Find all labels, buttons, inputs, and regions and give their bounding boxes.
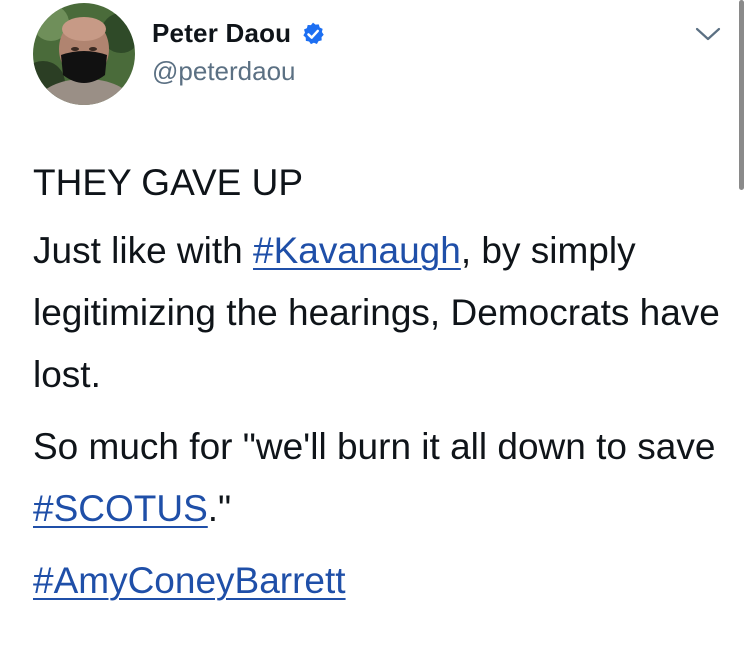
- hashtag-link-scotus[interactable]: #SCOTUS: [33, 488, 208, 529]
- tweet-paragraph-3: So much for "we'll burn it all down to s…: [33, 416, 733, 540]
- avatar[interactable]: [33, 3, 135, 105]
- tweet-text-part: So much for "we'll burn it all down to s…: [33, 426, 716, 467]
- tweet-paragraph-4: #AmyConeyBarrett: [33, 550, 733, 612]
- author-name-row[interactable]: Peter Daou: [152, 18, 326, 49]
- hashtag-link-amyconeybarrett[interactable]: #AmyConeyBarrett: [33, 560, 346, 601]
- chevron-down-icon[interactable]: [694, 24, 722, 44]
- verified-badge-icon: [303, 22, 324, 44]
- scrollbar[interactable]: [739, 0, 744, 190]
- author-handle[interactable]: @peterdaou: [152, 56, 296, 87]
- tweet-text-part: .": [207, 488, 232, 529]
- author-display-name[interactable]: Peter Daou: [152, 18, 291, 49]
- tweet-line-1: THEY GAVE UP: [33, 162, 304, 203]
- avatar-photo: [33, 3, 135, 105]
- tweet-card: Peter Daou @peterdaou THEY GAVE UP Just …: [0, 0, 750, 646]
- tweet-text-part: Just like with: [33, 230, 254, 271]
- tweet-text: THEY GAVE UP Just like with #Kavanaugh, …: [33, 152, 733, 612]
- hashtag-link-kavanaugh[interactable]: #Kavanaugh: [253, 230, 461, 271]
- tweet-paragraph-2: Just like with #Kavanaugh, by simply leg…: [33, 220, 733, 406]
